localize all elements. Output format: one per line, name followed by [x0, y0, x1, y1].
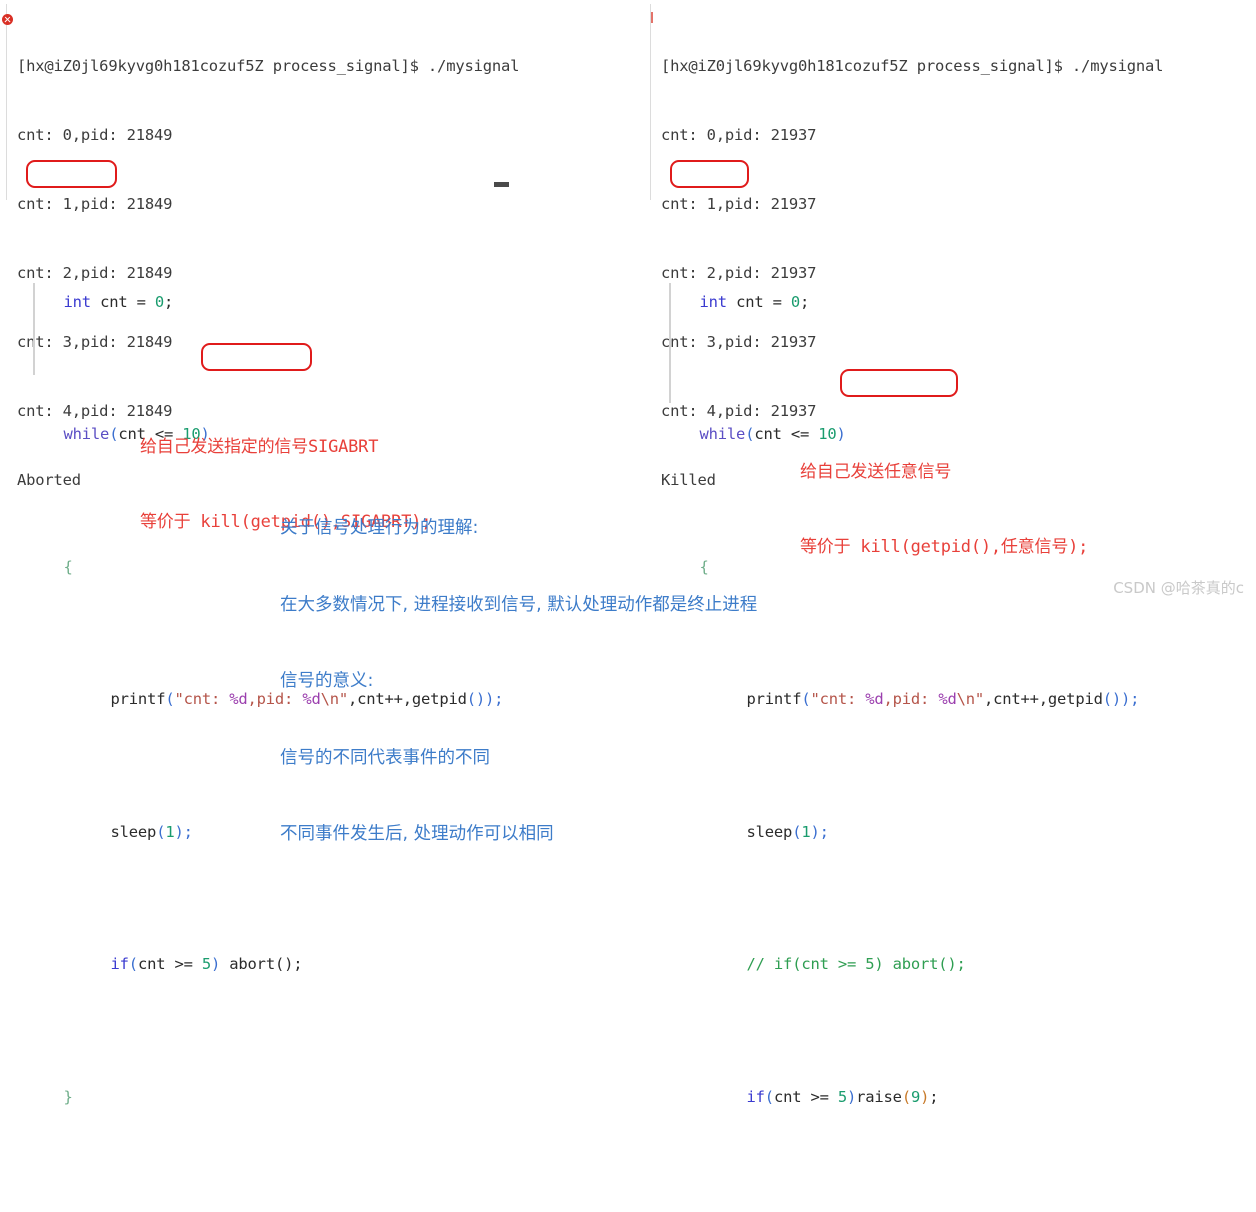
code-line: if(cnt >= 5) abort();: [27, 925, 503, 1005]
code-paren: ): [211, 955, 221, 973]
code-number: 5: [201, 955, 212, 973]
annotation-line: 不同事件发生后, 处理动作可以相同: [280, 824, 554, 844]
code-paren: (: [165, 690, 175, 708]
code-paren: (: [801, 690, 811, 708]
code-paren: (: [156, 822, 166, 841]
code-string: ,pid:: [883, 690, 939, 708]
code-number: 0: [154, 292, 165, 311]
annotation-line: 关于信号处理行为的理解:: [280, 518, 479, 538]
code-keyword: int: [63, 292, 92, 311]
code-text: cnt >=: [773, 1087, 838, 1106]
code-number: 1: [165, 822, 175, 841]
code-string: "cnt:: [174, 690, 230, 708]
code-text: cnt =: [726, 292, 791, 311]
error-circle-icon: [2, 14, 13, 25]
annotation-line: 信号的不同代表事件的不同: [280, 747, 490, 768]
code-string: \n": [956, 690, 985, 708]
csdn-watermark: CSDN @哈茶真的c: [1113, 579, 1244, 597]
code-args: ,cnt++,getpid: [984, 690, 1103, 708]
code-text: ;: [800, 292, 810, 311]
terminal-line: cnt: 0,pid: 21849: [17, 126, 173, 144]
annotation-line: 在大多数情况下, 进程接收到信号, 默认处理动作都是终止进程: [280, 594, 758, 615]
code-number: 1: [801, 822, 811, 841]
code-line: int cnt = 0;: [663, 262, 1139, 342]
code-paren: ());: [1102, 690, 1140, 708]
code-comment: // if(cnt >= 5) abort();: [746, 955, 966, 973]
terminal-line: cnt: 0,pid: 21937: [661, 126, 817, 144]
annotation-line: 信号的意义:: [280, 671, 374, 691]
code-paren: (: [745, 425, 755, 443]
code-number: 0: [790, 292, 801, 311]
code-function: sleep: [110, 822, 157, 841]
code-paren: (: [901, 1087, 911, 1106]
code-paren: );: [174, 822, 193, 841]
right-terminal-gutter: [650, 4, 651, 200]
code-number: 5: [837, 1087, 848, 1106]
code-keyword: int: [699, 292, 728, 311]
code-paren: ): [847, 1087, 857, 1106]
code-brace: {: [63, 557, 73, 576]
cursor-dash: [494, 182, 509, 187]
code-highlighted-call: raise: [856, 1087, 902, 1106]
left-terminal-gutter: [6, 4, 7, 200]
code-line: // if(cnt >= 5) abort();: [663, 925, 1139, 1005]
code-format-specifier: %d: [938, 690, 957, 708]
code-line: int cnt = 0;: [27, 262, 503, 342]
bottom-blue-annotation: 关于信号处理行为的理解: 在大多数情况下, 进程接收到信号, 默认处理动作都是终…: [280, 465, 757, 873]
code-paren: (: [764, 1087, 774, 1106]
code-brace: }: [63, 1087, 73, 1106]
code-keyword: while: [699, 425, 746, 443]
code-paren: (: [128, 955, 138, 973]
right-red-annotation: 给自己发送任意信号 等价于 kill(getpid(),任意信号);: [800, 410, 1088, 585]
code-line: }: [27, 1057, 503, 1137]
terminal-line: [hx@iZ0jl69kyvg0h181cozuf5Z process_sign…: [661, 57, 1164, 75]
code-text: ;: [164, 292, 174, 311]
annotation-line: 等价于 kill(getpid(),任意信号);: [800, 537, 1089, 557]
code-paren: );: [810, 822, 829, 841]
code-text: cnt =: [90, 292, 155, 311]
code-number: 9: [910, 1087, 921, 1106]
code-keyword: if: [110, 955, 129, 973]
code-line: if(cnt >= 5)raise(9);: [663, 1057, 1139, 1137]
code-function: printf: [110, 690, 166, 708]
code-format-specifier: %d: [865, 690, 884, 708]
annotation-line: 给自己发送任意信号: [800, 462, 952, 482]
code-keyword: while: [63, 425, 110, 443]
red-tick-marker-icon: [651, 12, 653, 23]
code-text: cnt >=: [137, 955, 202, 973]
code-string: "cnt:: [810, 690, 866, 708]
code-paren: (: [109, 425, 119, 443]
code-format-specifier: %d: [229, 690, 248, 708]
code-keyword: if: [746, 1087, 765, 1106]
annotation-line: 给自己发送指定的信号SIGABRT: [140, 437, 379, 457]
terminal-line: [hx@iZ0jl69kyvg0h181cozuf5Z process_sign…: [17, 57, 520, 75]
code-text: ;: [929, 1087, 939, 1106]
code-highlighted-call: abort();: [220, 955, 303, 973]
code-paren: (: [792, 822, 802, 841]
code-paren: ): [920, 1087, 930, 1106]
